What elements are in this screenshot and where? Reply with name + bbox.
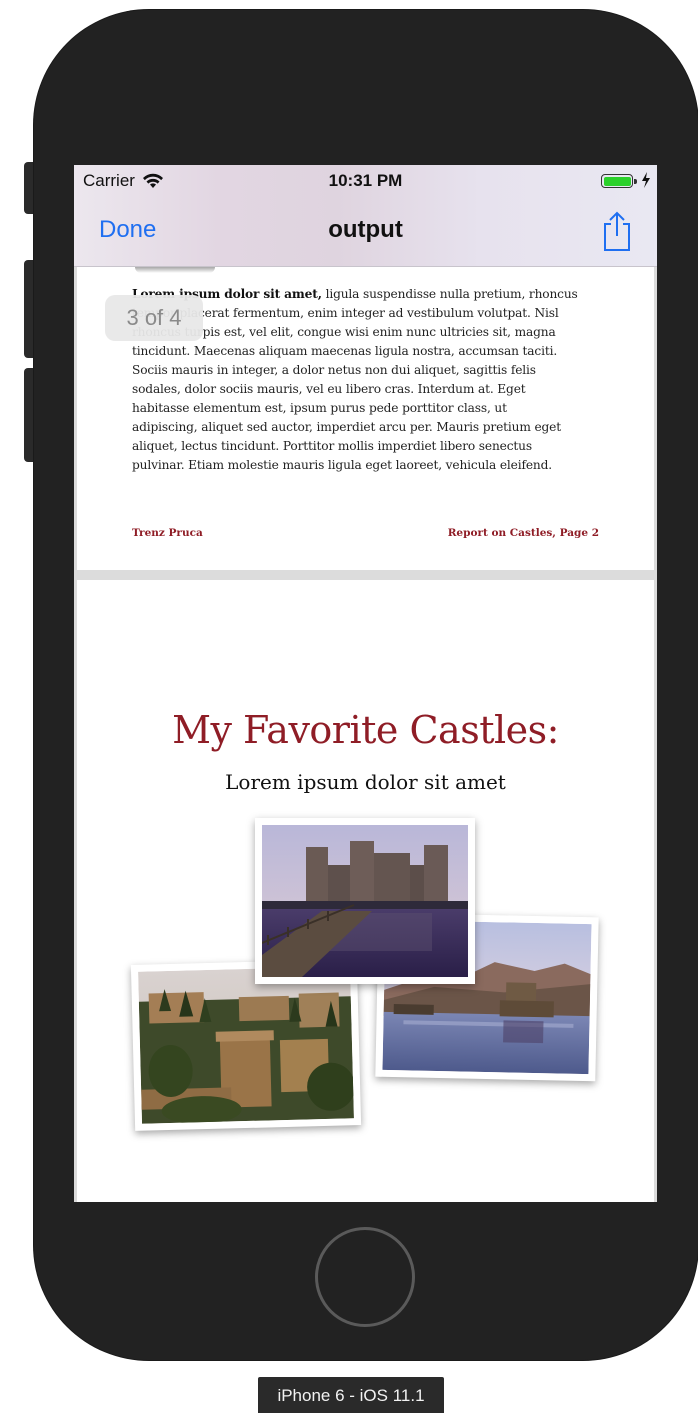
page-footer-author: Trenz Pruca — [132, 527, 203, 539]
body-line: tincidunt. Maecenas aliquam maecenas lig… — [132, 344, 558, 358]
body-line: Sociis mauris in integer, a dolor netus … — [132, 363, 536, 377]
document-page-3[interactable]: My Favorite Castles: Lorem ipsum dolor s… — [77, 580, 654, 1202]
navigation-header: Carrier 10:31 PM Done output — [74, 165, 657, 267]
page-subtitle: Lorem ipsum dolor sit amet — [225, 770, 506, 794]
battery-tip — [634, 179, 637, 184]
share-icon[interactable] — [599, 207, 635, 253]
nav-bar: Done output — [74, 205, 657, 257]
nav-title: output — [328, 216, 403, 243]
body-line: adipiscing, aliquet sed auctor, imperdie… — [132, 420, 561, 434]
body-line: ligula suspendisse nulla pretium, rhoncu… — [321, 287, 578, 301]
status-time: 10:31 PM — [328, 171, 403, 190]
page-indicator: 3 of 4 — [105, 295, 203, 341]
hilltop-fortress-photo — [130, 959, 362, 1131]
status-bar: Carrier 10:31 PM — [74, 165, 657, 199]
body-line: sodales, dolor sociis mauris, vel eu lib… — [132, 382, 526, 396]
done-button[interactable]: Done — [99, 216, 156, 244]
home-button[interactable] — [315, 1227, 415, 1327]
simulator-stage: Lorem ipsum dolor sit amet, ligula suspe… — [0, 0, 698, 1413]
device-screen: Lorem ipsum dolor sit amet, ligula suspe… — [74, 165, 657, 1202]
body-line: pulvinar. Etiam molestie mauris ligula e… — [132, 458, 552, 472]
bolt-icon — [642, 172, 650, 188]
body-line: habitasse elementum est, ipsum purus ped… — [132, 401, 507, 415]
page-title: My Favorite Castles: — [172, 708, 559, 752]
page-footer-title: Report on Castles, Page 2 — [447, 527, 599, 539]
battery-icon — [601, 174, 633, 188]
page-divider — [74, 570, 657, 580]
battery-level — [603, 176, 631, 186]
castle-moat-photo — [255, 818, 475, 984]
page-curl-shadow — [135, 267, 215, 273]
simulator-device-label: iPhone 6 - iOS 11.1 — [258, 1377, 444, 1413]
body-line: aliquet, lectus tincidunt. Porttitor mol… — [132, 439, 532, 453]
